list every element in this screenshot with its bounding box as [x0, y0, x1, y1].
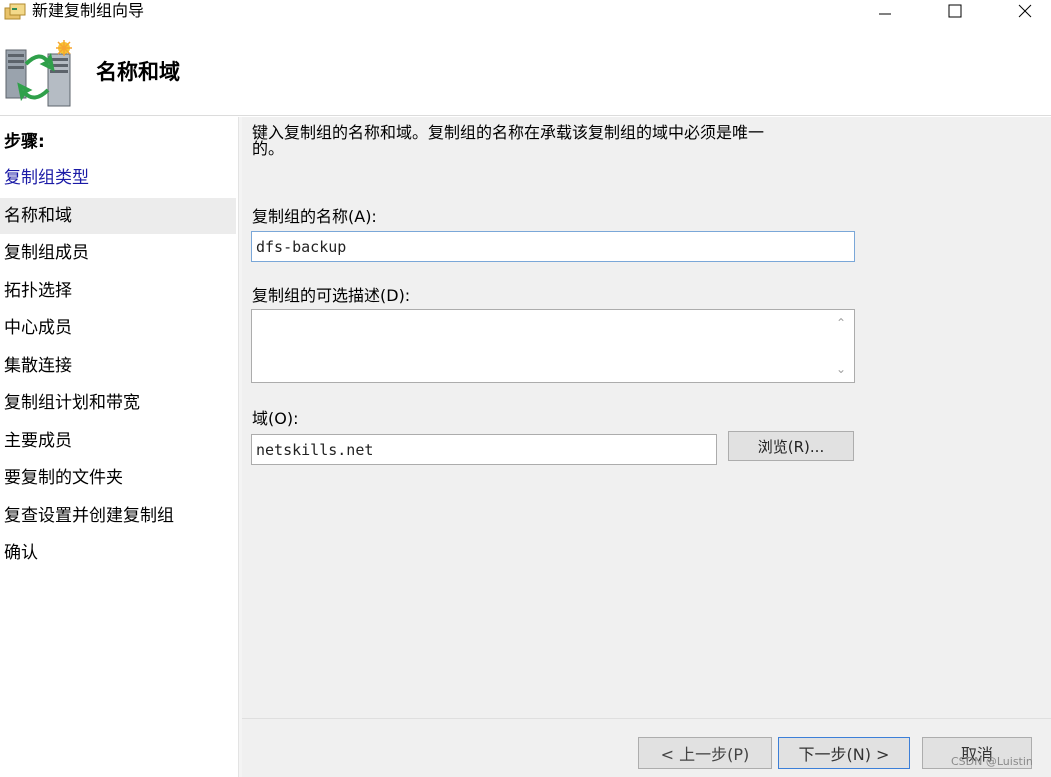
- domain-input[interactable]: netskills.net: [251, 434, 717, 465]
- step-review-settings: 复查设置并创建复制组: [4, 506, 174, 526]
- step-hub-members: 中心成员: [4, 318, 72, 338]
- minimize-icon[interactable]: [862, 0, 908, 22]
- wizard-footer: < 上一步(P) 下一步(N) > 取消: [242, 718, 1051, 777]
- description-textarea[interactable]: ⌃ ⌄: [251, 309, 855, 383]
- wizard-app-icon: [4, 3, 26, 21]
- description-label: 复制组的可选描述(D):: [252, 286, 411, 305]
- step-primary-member: 主要成员: [4, 431, 72, 451]
- steps-label: 步骤:: [4, 132, 45, 152]
- main-pane: 键入复制组的名称和域。复制组的名称在承载该复制组的域中必须是唯一 的。 复制组的…: [242, 117, 1051, 718]
- maximize-icon[interactable]: [932, 0, 978, 22]
- instruction-line-2: 的。: [252, 139, 285, 158]
- replication-servers-icon: [4, 40, 76, 112]
- steps-pane: 步骤: 复制组类型 名称和域 复制组成员 拓扑选择 中心成员 集散连接 复制组计…: [0, 117, 238, 777]
- next-button[interactable]: 下一步(N) >: [778, 737, 910, 769]
- name-label: 复制组的名称(A):: [252, 207, 377, 226]
- scroll-up-icon[interactable]: ⌃: [834, 316, 848, 330]
- step-members: 复制组成员: [4, 243, 89, 263]
- wizard-header: 名称和域: [0, 24, 1051, 116]
- page-title: 名称和域: [96, 60, 180, 84]
- instruction-text: 键入复制组的名称和域。复制组的名称在承载该复制组的域中必须是唯一 的。: [252, 125, 852, 157]
- watermark-text: CSDN @Luistin: [951, 755, 1033, 768]
- step-folders-to-replicate: 要复制的文件夹: [4, 468, 123, 488]
- step-topology: 拓扑选择: [4, 281, 72, 301]
- title-bar: 新建复制组向导: [0, 0, 1051, 24]
- browse-button[interactable]: 浏览(R)...: [728, 431, 854, 461]
- close-icon[interactable]: [1002, 0, 1048, 22]
- window-title: 新建复制组向导: [32, 1, 145, 20]
- domain-label: 域(O):: [252, 409, 299, 428]
- instruction-line-1: 键入复制组的名称和域。复制组的名称在承载该复制组的域中必须是唯一: [252, 123, 765, 142]
- step-name-and-domain: 名称和域: [0, 198, 236, 234]
- step-schedule-bandwidth: 复制组计划和带宽: [4, 393, 140, 413]
- scroll-down-icon[interactable]: ⌄: [834, 362, 848, 376]
- step-hub-spoke-connections: 集散连接: [4, 356, 72, 376]
- step-confirmation: 确认: [4, 543, 38, 563]
- back-button[interactable]: < 上一步(P): [638, 737, 772, 769]
- replication-group-name-input[interactable]: dfs-backup: [251, 231, 855, 262]
- step-replication-group-type[interactable]: 复制组类型: [0, 160, 236, 196]
